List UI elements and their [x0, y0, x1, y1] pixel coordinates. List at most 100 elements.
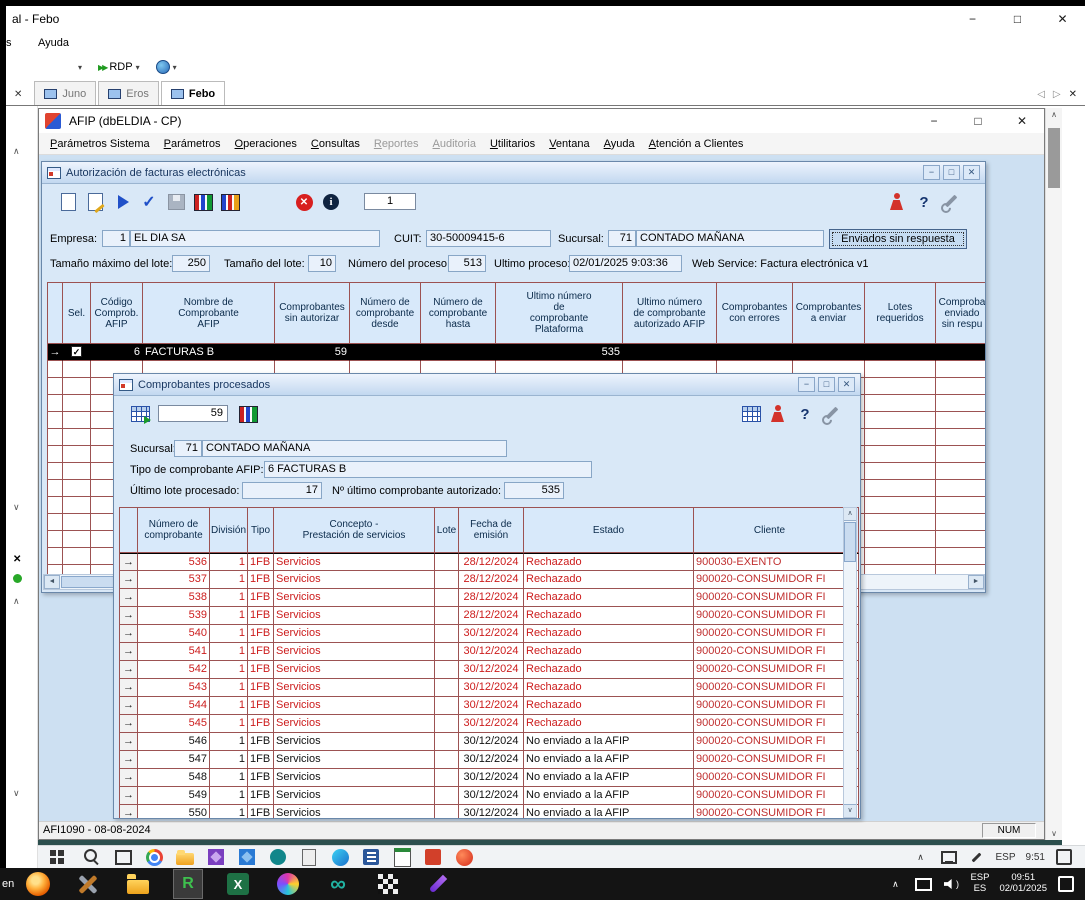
start-button[interactable] — [52, 848, 70, 866]
close-icon[interactable] — [14, 89, 22, 100]
close-button[interactable] — [963, 165, 980, 180]
minimize-button[interactable] — [798, 377, 815, 392]
task-view-icon[interactable] — [114, 848, 132, 866]
language-indicator[interactable]: ESP ES — [970, 873, 989, 895]
pen-icon[interactable] — [424, 870, 452, 898]
action-center-icon[interactable] — [1055, 848, 1073, 866]
keyboard-language[interactable]: ESP — [996, 852, 1016, 863]
grid2-row[interactable]: →54911FBServicios30/12/2024No enviado a … — [120, 787, 859, 805]
grid2-row[interactable]: →53711FBServicios28/12/2024Rechazado9000… — [120, 571, 859, 589]
photos-icon[interactable] — [207, 848, 225, 866]
new-document-icon[interactable] — [56, 190, 80, 214]
minimize-button[interactable] — [923, 165, 940, 180]
help-icon[interactable] — [912, 190, 936, 214]
word-icon[interactable] — [362, 848, 380, 866]
tab-close-icon[interactable] — [1069, 89, 1077, 100]
tray-caret-icon[interactable] — [886, 875, 904, 893]
grid1-selected-row[interactable]: →6FACTURAS B59535 — [48, 344, 986, 361]
tab-scroll-left-icon[interactable] — [1037, 89, 1045, 100]
rdp-dropdown[interactable]: RDP — [98, 61, 140, 73]
grid2-row[interactable]: →54611FBServicios30/12/2024No enviado a … — [120, 733, 859, 751]
scroll-up-icon[interactable] — [13, 146, 20, 157]
menu-item-consultas[interactable]: Consultas — [304, 138, 367, 150]
scrollbar-thumb[interactable] — [844, 522, 856, 562]
browser-icon[interactable] — [455, 848, 473, 866]
grid2-row[interactable]: →54411FBServicios30/12/2024Rechazado9000… — [120, 697, 859, 715]
scroll-left-icon[interactable] — [44, 575, 60, 589]
run-icon[interactable] — [110, 190, 134, 214]
rdp-manager-icon[interactable] — [174, 870, 202, 898]
properties-icon[interactable] — [83, 190, 107, 214]
book-blue-icon[interactable] — [218, 190, 242, 214]
scroll-down-icon[interactable] — [13, 788, 20, 799]
exit-icon[interactable] — [766, 402, 790, 426]
book-red-icon[interactable] — [191, 190, 215, 214]
process-count-field[interactable]: 1 — [364, 193, 416, 210]
close-button[interactable] — [1000, 109, 1044, 133]
search-icon[interactable] — [83, 848, 101, 866]
empresa-num-field[interactable]: 1 — [102, 230, 130, 247]
menu-item-ayuda[interactable]: Ayuda — [32, 37, 75, 49]
sucursal-nombre-field[interactable]: CONTADO MAÑANA — [636, 230, 824, 247]
tools-icon[interactable] — [939, 190, 963, 214]
grid2-row[interactable]: →54111FBServicios30/12/2024Rechazado9000… — [120, 643, 859, 661]
info-icon[interactable] — [319, 190, 343, 214]
excel-app-icon[interactable] — [224, 870, 252, 898]
export-grid-icon[interactable] — [128, 402, 152, 426]
scroll-right-icon[interactable] — [968, 575, 984, 589]
pdf-icon[interactable] — [424, 848, 442, 866]
menu-item-ventana[interactable]: Ventana — [542, 138, 596, 150]
cuit-field[interactable]: 30-50009415-6 — [426, 230, 551, 247]
action-center-icon[interactable] — [1057, 875, 1075, 893]
grid2-row[interactable]: →54311FBServicios30/12/2024Rechazado9000… — [120, 679, 859, 697]
network-icon[interactable] — [914, 875, 932, 893]
vertical-scrollbar[interactable] — [843, 507, 857, 818]
cancel-icon[interactable] — [292, 190, 316, 214]
tab-scroll-right-icon[interactable] — [1053, 89, 1061, 100]
grid2-row[interactable]: →53611FBServicios28/12/2024Rechazado9000… — [120, 553, 859, 571]
menu-item-ayuda[interactable]: Ayuda — [597, 138, 642, 150]
infinity-icon[interactable] — [324, 870, 352, 898]
tools-x-icon[interactable] — [74, 870, 102, 898]
paint-art-icon[interactable] — [274, 870, 302, 898]
grid2-row[interactable]: →53811FBServicios28/12/2024Rechazado9000… — [120, 589, 859, 607]
grid2-row[interactable]: →55011FBServicios30/12/2024No enviado a … — [120, 805, 859, 819]
empresa-nombre-field[interactable]: EL DIA SA — [130, 230, 380, 247]
menu-item-utilitarios[interactable]: Utilitarios — [483, 138, 542, 150]
save-icon[interactable] — [164, 190, 188, 214]
scrollbar-thumb[interactable] — [1048, 128, 1060, 188]
session-tab-febo[interactable]: Febo — [161, 81, 225, 105]
chrome-icon[interactable] — [145, 848, 163, 866]
file-explorer-icon[interactable] — [176, 848, 194, 866]
clock[interactable]: 9:51 — [1026, 852, 1045, 863]
menu-item-par-metros[interactable]: Parámetros — [157, 138, 228, 150]
maximize-button[interactable] — [943, 165, 960, 180]
tam-max-field[interactable]: 250 — [172, 255, 210, 272]
grid2-row[interactable]: →54011FBServicios30/12/2024Rechazado9000… — [120, 625, 859, 643]
scroll-up-icon[interactable] — [844, 508, 856, 521]
menu-item-reportes[interactable]: Reportes — [367, 138, 426, 150]
firefox-icon[interactable] — [24, 870, 52, 898]
session-vertical-scrollbar[interactable] — [1045, 108, 1062, 840]
exit-icon[interactable] — [885, 190, 909, 214]
scroll-up-icon[interactable] — [1046, 110, 1062, 119]
store-icon[interactable] — [269, 848, 287, 866]
scroll-down-icon[interactable] — [1046, 829, 1062, 838]
scroll-up-icon[interactable] — [13, 596, 20, 607]
tray-caret-icon[interactable] — [912, 848, 930, 866]
tools-icon[interactable] — [820, 402, 844, 426]
pen-tray-icon[interactable] — [968, 848, 986, 866]
close-button[interactable] — [838, 377, 855, 392]
num-proc-field[interactable]: 513 — [448, 255, 486, 272]
clock[interactable]: 09:51 02/01/2025 — [999, 873, 1047, 895]
help-icon[interactable] — [793, 402, 817, 426]
scroll-down-icon[interactable] — [844, 804, 856, 817]
menu-item-fragment[interactable]: s — [6, 37, 20, 49]
minimize-button[interactable] — [912, 109, 956, 133]
book-red-icon[interactable] — [236, 402, 260, 426]
sucursal-num-field[interactable]: 71 — [608, 230, 636, 247]
volume-icon[interactable] — [942, 875, 960, 893]
minimize-button[interactable] — [950, 6, 995, 32]
maximize-button[interactable] — [956, 109, 1000, 133]
grid2-row[interactable]: →54811FBServicios30/12/2024No enviado a … — [120, 769, 859, 787]
